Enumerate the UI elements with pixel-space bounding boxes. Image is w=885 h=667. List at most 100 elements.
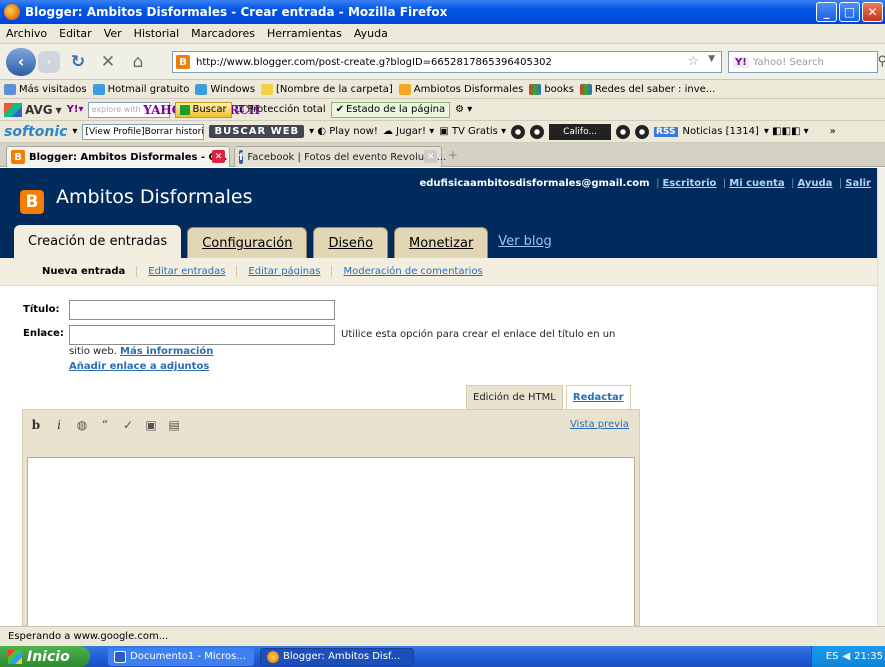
menu-historial[interactable]: Historial — [134, 27, 179, 40]
post-body-textarea[interactable] — [27, 457, 635, 626]
menu-bar: Archivo Editar Ver Historial Marcadores … — [0, 24, 885, 44]
rss-icon[interactable]: RSS — [654, 126, 678, 137]
softonic-search-input[interactable]: [View Profile]Borrar histori — [82, 123, 205, 140]
url-bar[interactable]: B http://www.blogger.com/post-create.g?b… — [172, 51, 722, 73]
subtab-nueva-entrada[interactable]: Nueva entrada — [34, 266, 138, 277]
stop-icon[interactable]: ✕ — [96, 50, 120, 74]
enlace-hint-2-text: sitio web. — [69, 346, 117, 357]
menu-herramientas[interactable]: Herramientas — [267, 27, 342, 40]
language-indicator[interactable]: ES — [826, 651, 839, 662]
tab-monetizar[interactable]: Monetizar — [394, 227, 489, 258]
bold-icon[interactable]: b — [29, 418, 43, 432]
bookmark-label: books — [544, 83, 574, 95]
anadir-adjuntos-link[interactable]: Añadir enlace a adjuntos — [69, 361, 209, 372]
tab-diseno[interactable]: Diseño — [313, 227, 389, 258]
bookmark-windows[interactable]: Windows — [195, 83, 255, 95]
close-window-button[interactable]: ✕ — [862, 2, 883, 22]
taskbar-item-firefox[interactable]: Blogger: Ambitos Disf... — [260, 647, 414, 666]
reload-icon[interactable]: ↻ — [66, 50, 90, 74]
start-button[interactable]: Inicio — [0, 646, 90, 667]
quote-icon[interactable]: “ — [98, 418, 112, 432]
enlace-label: Enlace: — [23, 328, 64, 339]
bookmark-ambiotos[interactable]: Ambiotos Disformales — [398, 83, 523, 95]
home-icon[interactable]: ⌂ — [126, 50, 150, 74]
bookmark-books[interactable]: books — [529, 83, 574, 95]
tab-configuracion[interactable]: Configuración — [187, 227, 308, 258]
italic-icon[interactable]: i — [52, 418, 66, 432]
avg-logo[interactable]: AVG ▾ — [4, 102, 62, 117]
tab-edicion-html[interactable]: Edición de HTML — [466, 385, 563, 409]
tab-blogger[interactable]: B Blogger: Ambitos Disformales - C... ✕ — [6, 146, 230, 167]
buscar-button[interactable]: Buscar — [175, 101, 232, 118]
titulo-input[interactable] — [69, 300, 335, 320]
softonic-dropdown-icon[interactable]: ▾ — [72, 126, 77, 137]
radio-icon[interactable] — [530, 124, 545, 139]
radio-icon[interactable] — [511, 124, 526, 139]
tab-facebook[interactable]: f Facebook | Fotos del evento Revolutio.… — [234, 146, 446, 167]
social-icons[interactable]: ▾ ◧◧◧ ▾ — [764, 126, 809, 137]
proteccion-button[interactable]: ⚿ Protección total — [237, 104, 326, 115]
mas-informacion-link[interactable]: Más información — [120, 346, 213, 357]
search-placeholder: Yahoo! Search — [752, 56, 824, 68]
bookmark-redes[interactable]: Redes del saber : inve... — [579, 83, 715, 95]
vista-previa-link[interactable]: Vista previa — [570, 419, 629, 430]
menu-editar[interactable]: Editar — [59, 27, 92, 40]
menu-marcadores[interactable]: Marcadores — [191, 27, 255, 40]
menu-ayuda[interactable]: Ayuda — [354, 27, 388, 40]
link-escritorio[interactable]: Escritorio — [662, 178, 716, 189]
maximize-button[interactable]: □ — [839, 2, 860, 22]
back-button[interactable]: ‹ — [6, 47, 36, 76]
avg-tools-icon[interactable]: ⚙ ▾ — [455, 104, 472, 115]
buscar-web-button[interactable]: BUSCAR WEB — [209, 125, 305, 138]
radio-station-select[interactable]: Califo... — [549, 123, 611, 140]
page-scrollbar[interactable] — [877, 168, 885, 626]
blogger-logo-icon[interactable]: B — [20, 190, 44, 214]
bookmark-mas-visitados[interactable]: Más visitados — [4, 83, 87, 95]
more-tools-icon[interactable]: » — [830, 126, 836, 137]
tab-ver-blog[interactable]: Ver blog — [494, 225, 555, 258]
subtab-editar-paginas[interactable]: Editar páginas — [237, 266, 333, 277]
bookmark-star-icon[interactable]: ☆ — [687, 54, 699, 69]
taskbar-item-word[interactable]: Documento1 - Micros... — [108, 647, 254, 666]
avg-search-input[interactable]: explore with YAHOO! SEARCH — [88, 101, 260, 118]
close-tab-icon[interactable]: ✕ — [212, 150, 225, 163]
subtab-moderacion[interactable]: Moderación de comentarios — [332, 266, 493, 277]
url-dropdown-icon[interactable]: ▼ — [708, 54, 715, 64]
menu-archivo[interactable]: Archivo — [6, 27, 47, 40]
new-tab-icon[interactable]: + — [448, 148, 458, 162]
radio-icon[interactable] — [616, 124, 630, 139]
tv-gratis-button[interactable]: ▣ TV Gratis ▾ — [439, 126, 506, 137]
radio-icon[interactable] — [635, 124, 649, 139]
image-icon[interactable]: ▣ — [144, 418, 158, 432]
close-tab-icon[interactable]: ✕ — [424, 150, 437, 163]
tab-label: Facebook | Fotos del evento Revolutio... — [247, 151, 447, 163]
noticias-button[interactable]: Noticias [1314] — [683, 126, 759, 137]
search-input[interactable]: Y! Yahoo! Search ⚲ — [728, 51, 885, 73]
spellcheck-icon[interactable]: ✓ — [121, 418, 135, 432]
window-title: Blogger: Ambitos Disformales - Crear ent… — [25, 5, 448, 19]
yahoo-y-icon[interactable]: Y!▾ — [67, 104, 84, 115]
tab-redactar[interactable]: Redactar — [565, 385, 631, 409]
link-mi-cuenta[interactable]: Mi cuenta — [729, 178, 784, 189]
bookmark-folder[interactable]: [Nombre de la carpeta] — [261, 83, 393, 95]
play-button[interactable]: ▾ ◐ Play now! — [309, 126, 378, 137]
video-icon[interactable]: ▤ — [167, 418, 181, 432]
url-text: http://www.blogger.com/post-create.g?blo… — [196, 56, 552, 68]
bookmark-hotmail[interactable]: Hotmail gratuito — [92, 83, 189, 95]
link-icon[interactable]: ◍ — [75, 418, 89, 432]
bookmark-label: [Nombre de la carpeta] — [276, 83, 393, 95]
link-salir[interactable]: Salir — [845, 178, 871, 189]
search-icon[interactable]: ⚲ — [877, 54, 885, 69]
menu-ver[interactable]: Ver — [104, 27, 122, 40]
yahoo-engine-icon[interactable]: Y! — [733, 56, 749, 68]
tab-creacion-de-entradas[interactable]: Creación de entradas — [14, 225, 182, 258]
softonic-logo[interactable]: softonic — [4, 124, 67, 140]
minimize-button[interactable]: _ — [816, 2, 837, 22]
jugar-button[interactable]: ☁ Jugar! ▾ — [383, 126, 434, 137]
estado-button[interactable]: ✔ Estado de la página — [330, 101, 451, 118]
volume-icon[interactable]: ◀ — [842, 651, 850, 662]
forward-button[interactable]: › — [38, 50, 60, 73]
enlace-input[interactable] — [69, 325, 335, 345]
link-ayuda[interactable]: Ayuda — [797, 178, 832, 189]
subtab-editar-entradas[interactable]: Editar entradas — [137, 266, 238, 277]
